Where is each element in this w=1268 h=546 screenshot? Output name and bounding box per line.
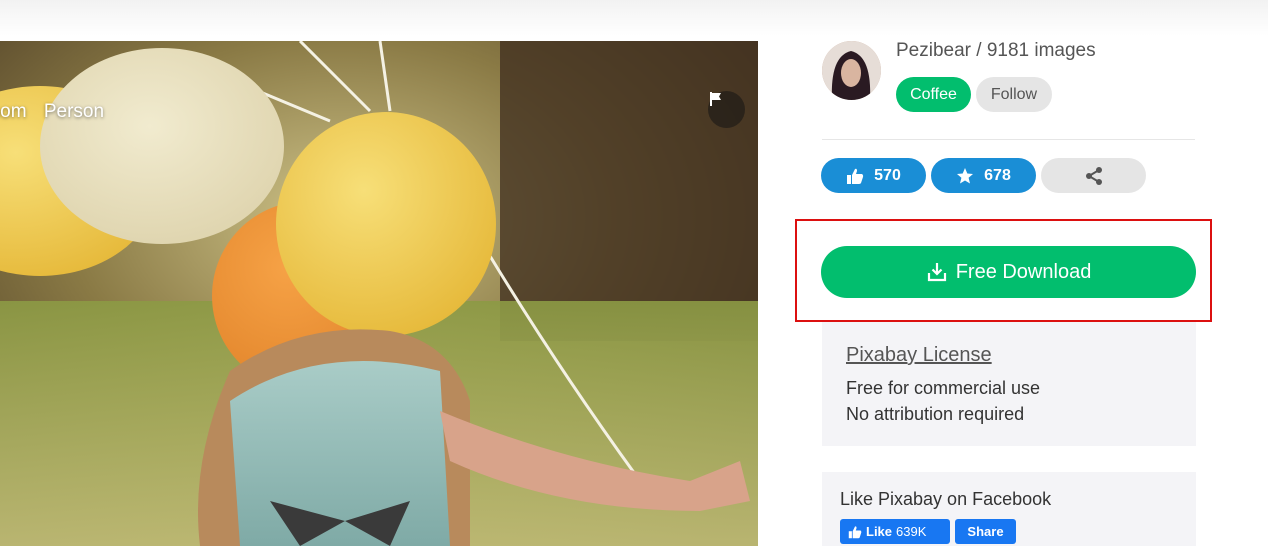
avatar-image: [822, 41, 881, 100]
facebook-thumbs-up-icon: [848, 525, 862, 538]
share-icon: [1085, 166, 1102, 185]
license-link[interactable]: Pixabay License: [846, 344, 992, 367]
photo-tags: Zoom Person: [0, 101, 116, 123]
follow-button[interactable]: Follow: [976, 77, 1052, 112]
flag-icon: [710, 92, 721, 106]
coffee-button[interactable]: Coffee: [896, 77, 971, 112]
top-bar: [0, 0, 1268, 36]
download-label: Free Download: [955, 260, 1092, 283]
facebook-like-button[interactable]: Like 639K: [840, 519, 950, 544]
facebook-like-count: 639K: [896, 524, 927, 539]
main-photo[interactable]: Zoom Person: [0, 41, 758, 546]
download-icon: [927, 263, 946, 282]
facebook-share-button[interactable]: Share: [955, 519, 1016, 544]
free-download-button[interactable]: Free Download: [821, 246, 1196, 298]
tag-person[interactable]: Person: [44, 101, 104, 122]
divider: [822, 139, 1195, 140]
favorite-count: 678: [984, 166, 1011, 184]
author-avatar[interactable]: [822, 41, 881, 100]
like-count: 570: [874, 166, 901, 184]
facebook-like-label: Like: [866, 524, 893, 539]
favorite-button[interactable]: 678: [931, 158, 1036, 193]
report-flag-button[interactable]: [708, 91, 745, 128]
license-box: Pixabay License Free for commercial use …: [822, 322, 1196, 446]
facebook-title: Like Pixabay on Facebook: [840, 489, 1052, 509]
star-icon: [957, 167, 974, 183]
facebook-box: Like Pixabay on Facebook Like 639K Share: [822, 472, 1196, 546]
license-line-attribution: No attribution required: [846, 404, 1025, 424]
share-button[interactable]: [1041, 158, 1146, 193]
license-line-commercial: Free for commercial use: [846, 378, 1041, 398]
tag-zoom[interactable]: Zoom: [0, 101, 27, 122]
author-name-line[interactable]: Pezibear / 9181 images: [896, 40, 1096, 62]
like-button[interactable]: 570: [821, 158, 926, 193]
thumbs-up-icon: [847, 168, 864, 184]
